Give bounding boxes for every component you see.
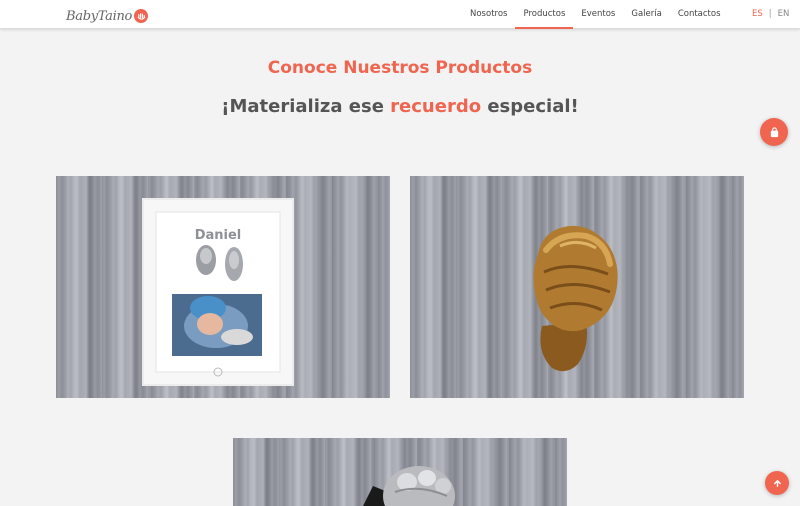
nav-item-nosotros[interactable]: Nosotros [462, 0, 515, 29]
logo-text: BabyTaino [66, 8, 133, 24]
nav-item-contactos[interactable]: Contactos [670, 0, 729, 29]
navbar: BabyTaino Nosotros Productos Eventos Gal… [0, 0, 800, 29]
main-nav: Nosotros Productos Eventos Galería Conta… [462, 0, 729, 29]
subtitle-pre: ¡Materializa ese [221, 96, 391, 117]
hands-sculpture [533, 225, 618, 372]
subtitle-highlight: recuerdo [390, 96, 482, 117]
lang-en-link[interactable]: EN [778, 0, 790, 29]
product-image-cast[interactable] [233, 438, 567, 506]
cart-button[interactable] [760, 118, 788, 146]
product-image-frame[interactable]: Daniel [56, 176, 390, 398]
arrow-up-icon [773, 479, 781, 487]
product-image-hands[interactable] [410, 176, 744, 398]
page-subtitle: ¡Materializa ese recuerdo especial! [0, 96, 800, 117]
scroll-top-button[interactable] [765, 471, 789, 495]
brand-logo[interactable]: BabyTaino [66, 5, 149, 27]
frame-illustration [142, 198, 294, 386]
nav-item-galeria[interactable]: Galería [623, 0, 669, 29]
hand-icon [134, 9, 149, 23]
cast-sculpture [363, 466, 455, 506]
page-title: Conoce Nuestros Productos [267, 58, 533, 78]
lang-separator: | [768, 9, 772, 19]
language-switcher: ES | EN [752, 0, 789, 29]
subtitle-post: especial! [481, 96, 579, 117]
frame-name-label: Daniel [194, 228, 242, 243]
nav-item-eventos[interactable]: Eventos [573, 0, 623, 29]
nav-item-productos[interactable]: Productos [515, 0, 574, 29]
shopping-bag-icon [770, 126, 778, 137]
lang-es-link[interactable]: ES [752, 0, 763, 29]
